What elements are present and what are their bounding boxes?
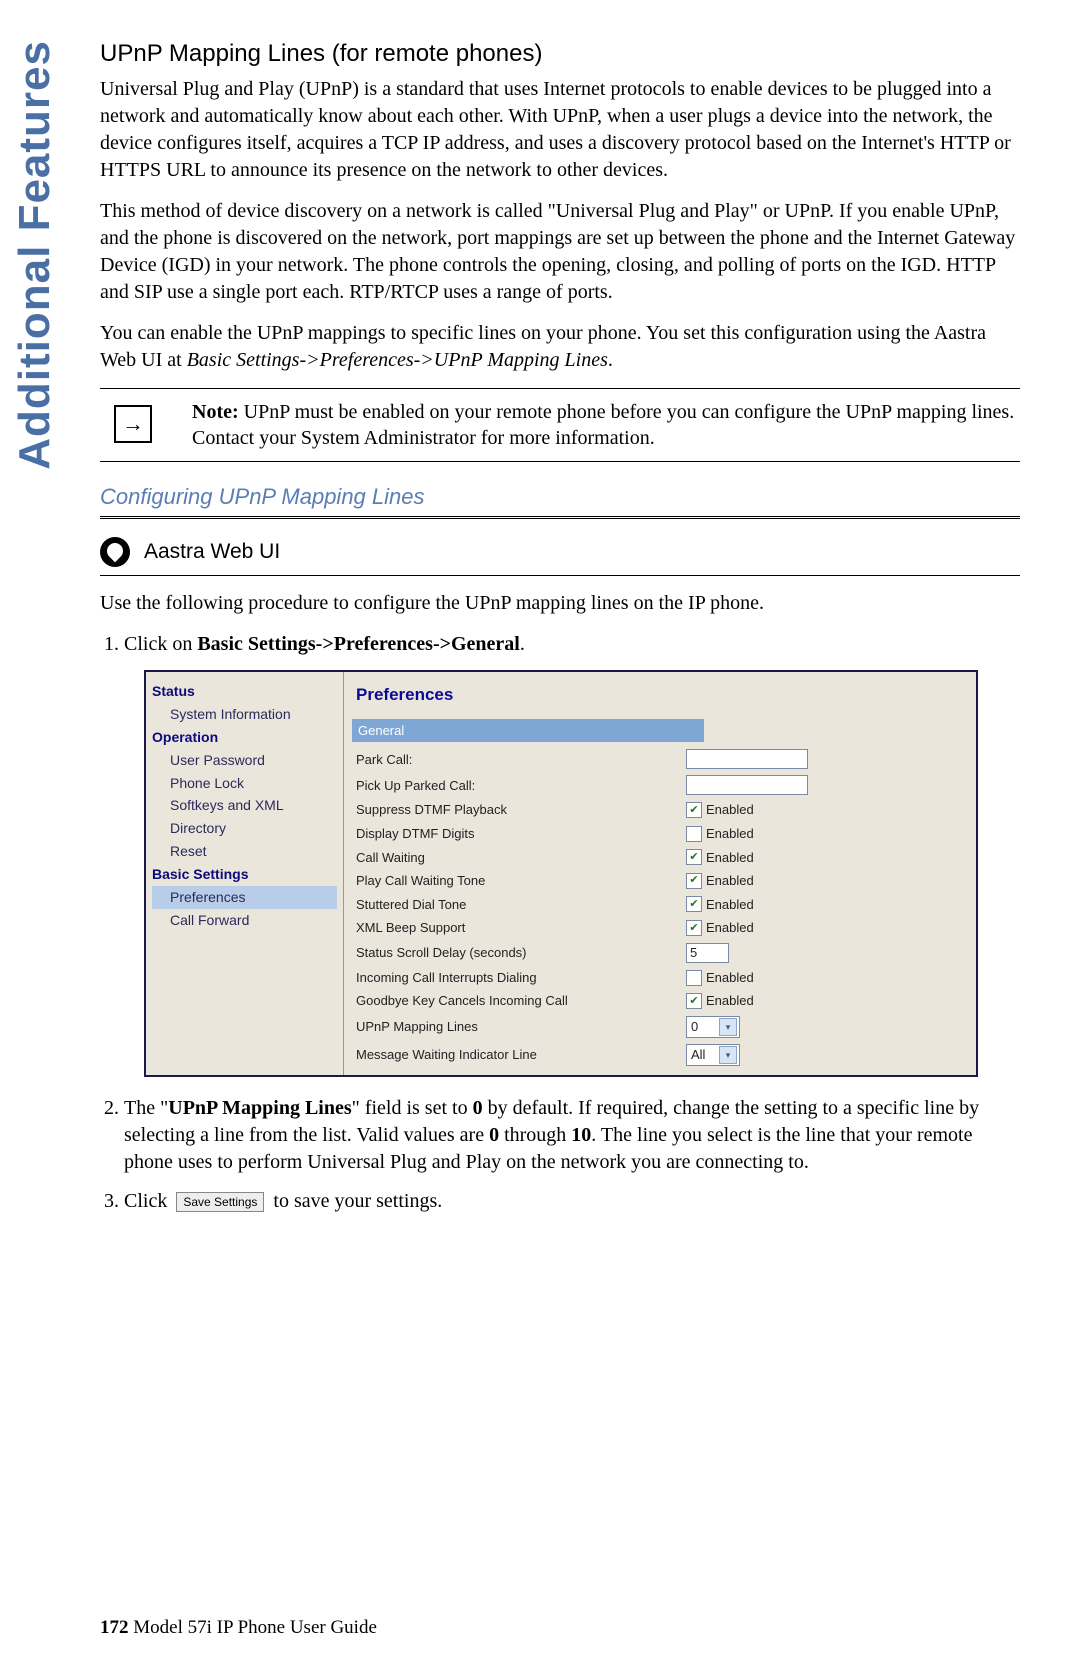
note-label: Note: — [192, 401, 239, 423]
chk-xml-beep[interactable]: ✔ — [686, 920, 702, 936]
sb-phone-lock[interactable]: Phone Lock — [152, 772, 337, 795]
chevron-down-icon: ▾ — [719, 1018, 737, 1036]
lbl-pickup-call: Pick Up Parked Call: — [352, 777, 686, 795]
double-rule — [100, 516, 1020, 519]
note-body: UPnP must be enabled on your remote phon… — [192, 401, 1014, 449]
para-3: You can enable the UPnP mappings to spec… — [100, 320, 1020, 374]
sb-call-forward[interactable]: Call Forward — [152, 909, 337, 932]
en-r10: Enabled — [706, 969, 754, 987]
sb-status[interactable]: Status — [152, 680, 337, 703]
chk-goodbye-cancels[interactable]: ✔ — [686, 993, 702, 1009]
lbl-call-waiting: Call Waiting — [352, 849, 686, 867]
ss-title: Preferences — [352, 678, 968, 719]
lbl-play-cw-tone: Play Call Waiting Tone — [352, 872, 686, 890]
note-text: Note: UPnP must be enabled on your remot… — [192, 399, 1020, 451]
step1-b: Basic Settings->Preferences->General — [197, 633, 520, 655]
heading-configuring: Configuring UPnP Mapping Lines — [100, 484, 1020, 510]
side-tab: Additional Features — [10, 40, 60, 470]
select-mwi-value: All — [691, 1046, 715, 1064]
step-2: The "UPnP Mapping Lines" field is set to… — [124, 1095, 1020, 1176]
arrow-right-icon: → — [114, 405, 152, 443]
s3c: to save your settings. — [268, 1190, 442, 1212]
lbl-suppress-dtmf: Suppress DTMF Playback — [352, 801, 686, 819]
chk-play-cw-tone[interactable]: ✔ — [686, 873, 702, 889]
lbl-mwi-line: Message Waiting Indicator Line — [352, 1046, 686, 1064]
s3a: Click — [124, 1190, 172, 1212]
select-upnp-lines[interactable]: 0▾ — [686, 1016, 740, 1038]
footer-title: Model 57i IP Phone User Guide — [129, 1617, 377, 1638]
para-3c: . — [608, 349, 613, 371]
sb-reset[interactable]: Reset — [152, 840, 337, 863]
lbl-upnp-lines: UPnP Mapping Lines — [352, 1018, 686, 1036]
step-3: Click Save Settings to save your setting… — [124, 1188, 1020, 1215]
webui-row: Aastra Web UI — [100, 529, 1020, 576]
en-r5: Enabled — [706, 849, 754, 867]
chk-incoming-interrupts[interactable] — [686, 970, 702, 986]
input-park-call[interactable] — [686, 749, 808, 769]
para-2: This method of device discovery on a net… — [100, 198, 1020, 306]
lbl-display-dtmf: Display DTMF Digits — [352, 825, 686, 843]
para-3b: Basic Settings->Preferences->UPnP Mappin… — [187, 349, 608, 371]
ss-section-general: General — [352, 719, 704, 743]
ss-main: Preferences General Park Call: Pick Up P… — [343, 672, 976, 1075]
step1-a: Click on — [124, 633, 197, 655]
page-footer: 172 Model 57i IP Phone User Guide — [100, 1617, 377, 1639]
chk-display-dtmf[interactable] — [686, 826, 702, 842]
ss-sidebar: Status System Information Operation User… — [146, 672, 343, 1075]
sb-operation[interactable]: Operation — [152, 726, 337, 749]
en-r8: Enabled — [706, 919, 754, 937]
preferences-screenshot: Status System Information Operation User… — [144, 670, 978, 1077]
chevron-down-icon: ▾ — [719, 1046, 737, 1064]
note-block: → Note: UPnP must be enabled on your rem… — [100, 388, 1020, 462]
s2c: " field is set to — [352, 1097, 473, 1119]
sb-preferences[interactable]: Preferences — [152, 886, 337, 909]
para-1: Universal Plug and Play (UPnP) is a stan… — [100, 76, 1020, 184]
sb-directory[interactable]: Directory — [152, 817, 337, 840]
lbl-park-call: Park Call: — [352, 751, 686, 769]
sb-basic-settings[interactable]: Basic Settings — [152, 863, 337, 886]
select-mwi-line[interactable]: All▾ — [686, 1044, 740, 1066]
s2f: 0 — [489, 1124, 499, 1146]
page-number: 172 — [100, 1617, 129, 1638]
lbl-incoming-interrupts: Incoming Call Interrupts Dialing — [352, 969, 686, 987]
lbl-goodbye-cancels: Goodbye Key Cancels Incoming Call — [352, 992, 686, 1010]
save-settings-button[interactable]: Save Settings — [176, 1192, 264, 1212]
en-r11: Enabled — [706, 992, 754, 1010]
s2h: 10 — [571, 1124, 591, 1146]
sb-system-info[interactable]: System Information — [152, 703, 337, 726]
en-r4: Enabled — [706, 825, 754, 843]
s2d: 0 — [473, 1097, 483, 1119]
en-r3: Enabled — [706, 801, 754, 819]
chk-stuttered[interactable]: ✔ — [686, 896, 702, 912]
lbl-scroll-delay: Status Scroll Delay (seconds) — [352, 944, 686, 962]
chk-suppress-dtmf[interactable]: ✔ — [686, 802, 702, 818]
en-r6: Enabled — [706, 872, 754, 890]
step-1: Click on Basic Settings->Preferences->Ge… — [124, 631, 1020, 1077]
lbl-xml-beep: XML Beep Support — [352, 919, 686, 937]
webui-label: Aastra Web UI — [144, 540, 280, 564]
s2g: through — [499, 1124, 571, 1146]
s2b: UPnP Mapping Lines — [168, 1097, 351, 1119]
para-4: Use the following procedure to configure… — [100, 590, 1020, 617]
sb-user-password[interactable]: User Password — [152, 749, 337, 772]
en-r7: Enabled — [706, 896, 754, 914]
chk-call-waiting[interactable]: ✔ — [686, 849, 702, 865]
heading-upnp-mapping: UPnP Mapping Lines (for remote phones) — [100, 40, 1020, 68]
input-pickup-call[interactable] — [686, 775, 808, 795]
sb-softkeys-xml[interactable]: Softkeys and XML — [152, 794, 337, 817]
lbl-stuttered: Stuttered Dial Tone — [352, 896, 686, 914]
input-scroll-delay[interactable]: 5 — [686, 943, 729, 963]
select-upnp-value: 0 — [691, 1018, 715, 1036]
step1-c: . — [520, 633, 525, 655]
s2a: The " — [124, 1097, 168, 1119]
globe-icon — [100, 537, 130, 567]
